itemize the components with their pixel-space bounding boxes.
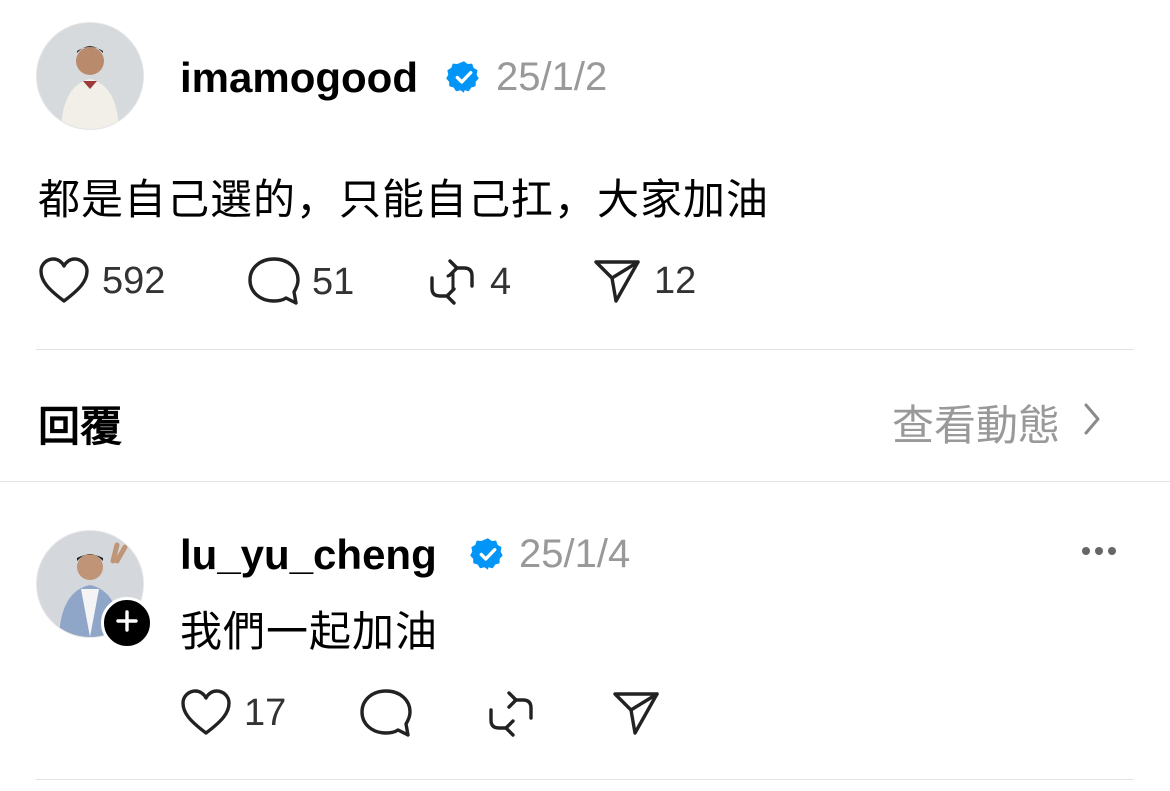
reply-comment-button[interactable]	[358, 688, 412, 740]
repost-button[interactable]: 4	[426, 256, 511, 308]
view-activity-link[interactable]: 查看動態	[892, 392, 1102, 453]
comment-count: 51	[312, 260, 355, 303]
post-date: 25/1/2	[496, 55, 608, 99]
repost-icon	[426, 256, 478, 308]
verified-badge-icon	[470, 536, 506, 572]
post-text: 都是自己選的，只能自己扛，大家加油	[38, 176, 770, 223]
share-count: 12	[654, 259, 697, 302]
like-count: 592	[102, 259, 166, 302]
follow-button[interactable]	[101, 597, 153, 649]
divider	[36, 779, 1134, 780]
comment-button[interactable]: 51	[246, 256, 354, 308]
chevron-right-icon	[1082, 399, 1102, 447]
view-activity-label: 查看動態	[892, 402, 1061, 449]
like-button[interactable]: 592	[38, 256, 165, 306]
divider	[0, 481, 1170, 482]
reply-username[interactable]: lu_yu_cheng	[180, 531, 437, 579]
comment-icon	[246, 256, 300, 308]
author-username[interactable]: imamogood	[180, 54, 418, 102]
reply-date: 25/1/4	[519, 532, 631, 576]
send-icon	[611, 688, 661, 738]
reply-like-button[interactable]: 17	[180, 688, 286, 738]
verified-badge-icon	[446, 59, 482, 95]
reply-like-count: 17	[244, 691, 287, 734]
reply-share-button[interactable]	[611, 688, 661, 738]
reply-text: 我們一起加油	[180, 608, 439, 655]
share-button[interactable]: 12	[592, 256, 696, 306]
plus-icon	[115, 609, 139, 638]
repost-count: 4	[490, 260, 512, 303]
more-options-icon[interactable]	[1082, 547, 1116, 555]
send-icon	[592, 256, 642, 306]
repost-icon	[485, 688, 537, 740]
divider	[36, 349, 1134, 350]
comment-icon	[358, 688, 412, 740]
replies-title: 回覆	[38, 403, 123, 450]
author-avatar[interactable]	[36, 22, 144, 130]
heart-icon	[38, 256, 90, 306]
heart-icon	[180, 688, 232, 738]
reply-repost-button[interactable]	[485, 688, 537, 740]
